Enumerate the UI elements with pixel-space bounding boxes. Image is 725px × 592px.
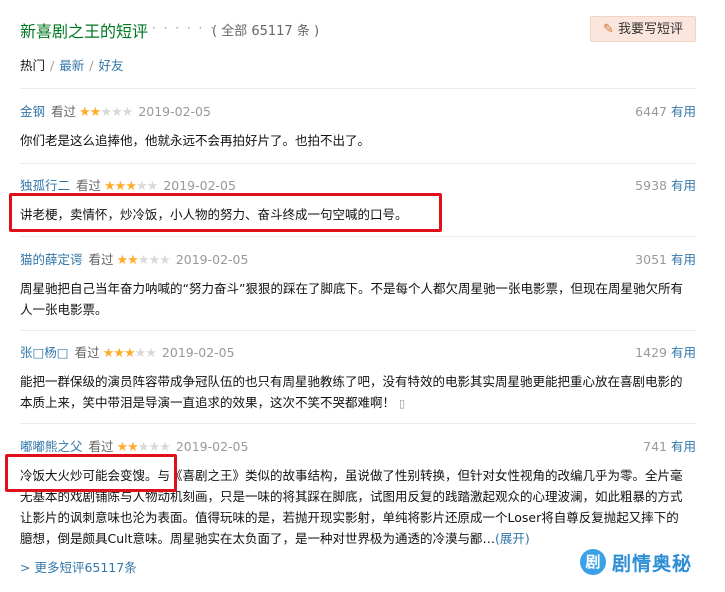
review-date: 2019-02-05 [161, 345, 235, 360]
tab-separator: / [50, 58, 55, 73]
tab-latest[interactable]: 最新 [59, 58, 84, 73]
divider [20, 236, 696, 237]
useful-count: 6447 [635, 104, 667, 119]
watermark-text: 剧情奥秘 [612, 552, 693, 575]
useful-vote[interactable]: 741 有用 [643, 437, 696, 457]
review-item: 张□杨□ 看过 ★★★★★ 2019-02-05 1429 有用 能把一群保级的演员阵容… [20, 343, 700, 414]
useful-count: 741 [643, 439, 667, 454]
rating-stars: ★★★★★ [79, 105, 133, 120]
pencil-icon: ✎ [603, 22, 614, 37]
watched-status: 看过 [51, 104, 77, 119]
watched-status: 看过 [88, 252, 114, 267]
review-author[interactable]: 猫的薛定谔 [20, 252, 83, 267]
useful-count: 5938 [635, 178, 667, 193]
watched-status: 看过 [74, 345, 100, 360]
tab-friends[interactable]: 好友 [98, 58, 123, 73]
useful-label[interactable]: 有用 [671, 439, 696, 454]
review-author[interactable]: 金钢 [20, 104, 45, 119]
review-content: 你们老是这么追捧他，他就永远不会再拍好片了。也拍不出了。 [20, 133, 371, 148]
title-dots: · · · · · · [152, 21, 216, 35]
useful-label[interactable]: 有用 [671, 104, 696, 119]
review-date: 2019-02-05 [175, 252, 249, 267]
useful-vote[interactable]: 5938 有用 [635, 176, 696, 196]
tab-separator: / [89, 58, 94, 73]
review-date: 2019-02-05 [163, 178, 236, 193]
review-author[interactable]: 张□杨□ [20, 345, 69, 360]
review-author[interactable]: 嘟嘟熊之父 [20, 439, 83, 454]
write-review-label: 我要写短评 [617, 22, 683, 37]
useful-vote[interactable]: 1429 有用 [635, 343, 696, 363]
review-date: 2019-02-05 [138, 104, 211, 119]
useful-vote[interactable]: 3051 有用 [635, 250, 696, 270]
watched-status: 看过 [88, 439, 114, 454]
review-count[interactable]: ( 全部 65117 条 ) [212, 20, 319, 39]
more-reviews-link[interactable]: > 更多短评65117条 [20, 557, 137, 576]
rating-stars: ★★★★★ [102, 346, 157, 361]
useful-count: 3051 [635, 252, 667, 267]
rating-stars: ★★★★★ [104, 179, 158, 194]
useful-label[interactable]: 有用 [671, 345, 696, 360]
review-author[interactable]: 独孤行二 [20, 178, 70, 193]
review-content: 周星驰把自己当年奋力呐喊的“努力奋斗”狠狠的踩在了脚底下。不是每个人都欠周星驰一… [20, 281, 683, 317]
watched-status: 看过 [76, 178, 102, 193]
write-review-button[interactable]: ✎ 我要写短评 [590, 16, 696, 42]
divider [20, 423, 696, 424]
rating-stars: ★★★★★ [116, 253, 171, 268]
review-item: 金钢 看过 ★★★★★ 2019-02-05 6447 有用 你们老是这么追捧他，他就永… [20, 102, 700, 151]
divider [20, 88, 696, 89]
expand-link[interactable]: (展开) [495, 531, 530, 546]
useful-label[interactable]: 有用 [671, 178, 696, 193]
useful-label[interactable]: 有用 [671, 252, 696, 267]
highlight-box [5, 454, 177, 492]
watermark: 剧 剧情奥秘 [580, 545, 692, 579]
tab-hot[interactable]: 热门 [20, 58, 45, 73]
review-item: 猫的薛定谔 看过 ★★★★★ 2019-02-05 3051 有用 周星驰把自己当年奋力… [20, 250, 700, 320]
divider [20, 330, 696, 331]
page-title: 新喜剧之王的短评 [20, 22, 149, 41]
review-date: 2019-02-05 [175, 439, 249, 454]
divider [20, 163, 696, 164]
review-content: 能把一群保级的演员阵容带成争冠队伍的也只有周星驰教练了吧，没有特效的电影其实周星… [20, 374, 683, 410]
useful-vote[interactable]: 6447 有用 [635, 102, 696, 122]
rating-stars: ★★★★★ [116, 440, 171, 455]
sort-tabs: 热门 / 最新 / 好友 [20, 55, 123, 74]
useful-count: 1429 [635, 345, 667, 360]
watermark-logo-icon: 剧 [580, 549, 606, 575]
highlight-box [9, 193, 442, 232]
mobile-phone-icon: ▯ [399, 397, 406, 410]
